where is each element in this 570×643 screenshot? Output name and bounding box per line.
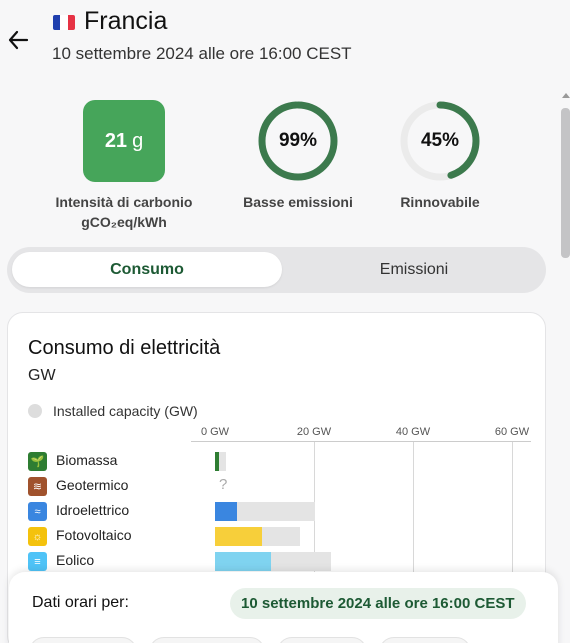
geothermal-icon: ≋ [28,477,47,496]
tab-emissioni[interactable]: Emissioni [282,252,546,287]
source-row-geotermico[interactable]: ≋ Geotermico? [28,475,528,497]
sun-icon: ☼ [28,527,47,546]
back-button[interactable] [4,26,32,54]
consumption-bar [215,452,220,471]
renewable-ring: 45% [399,100,481,182]
hourly-data-panel: Dati orari per: 10 settembre 2024 alle o… [9,572,558,643]
kpi-row: 21 g Intensità di carbonio gCO₂eq/kWh 99%… [0,100,570,240]
country-title: Francia [84,7,168,35]
water-icon: ≈ [28,502,47,521]
source-label: Geotermico [56,477,129,493]
consumption-bar [215,552,272,571]
timeline-pill-4[interactable] [379,637,471,643]
carbon-intensity-badge: 21 g [83,100,165,182]
card-title: Consumo di elettricità [28,337,221,359]
arrow-left-icon [8,30,29,50]
leaf-icon: 🌱 [28,452,47,471]
renewable-label: Rinnovabile [400,194,480,210]
carbon-intensity-label: Intensità di carbonio gCO₂eq/kWh [38,192,210,232]
carbon-intensity-label-line1: Intensità di carbonio [55,194,193,210]
source-row-fotovoltaico[interactable]: ☼ Fotovoltaico [28,525,528,547]
source-row-biomassa[interactable]: 🌱 Biomassa [28,450,528,472]
france-flag-icon [53,15,75,30]
scroll-up-arrow-icon[interactable] [562,93,570,98]
low-emissions-kpi[interactable]: 99% Basse emissioni [226,100,370,212]
carbon-intensity-value: 21 [104,129,128,152]
source-label: Eolico [56,552,95,568]
timeline-pill-1[interactable] [29,637,137,643]
low-emissions-ring: 99% [257,100,339,182]
source-label: Biomassa [56,452,118,468]
tab-consumo[interactable]: Consumo [12,252,282,287]
low-emissions-label: Basse emissioni [243,194,353,210]
card-unit: GW [28,367,56,384]
datetime-chip[interactable]: 10 settembre 2024 alle ore 16:00 CEST [230,588,526,619]
x-axis-labels: 0 GW 20 GW 40 GW 60 GW [8,426,547,442]
x-axis-line [191,441,531,442]
page-header: Francia 10 settembre 2024 alle ore 16:00… [0,0,570,90]
source-row-eolico[interactable]: ≡ Eolico [28,550,528,572]
source-row-idroelettrico[interactable]: ≈ Idroelettrico [28,500,528,522]
unknown-value-marker: ? [219,476,228,493]
consumption-emissions-toggle: Consumo Emissioni [7,247,546,293]
x-tick-label: 40 GW [395,426,431,438]
x-tick-label: 60 GW [494,426,530,438]
x-tick-label: 0 GW [200,426,230,438]
timeline-pill-2[interactable] [149,637,265,643]
carbon-intensity-unit: g [132,129,144,152]
renewable-kpi[interactable]: 45% Rinnovabile [370,100,510,212]
source-label: Idroelettrico [56,502,130,518]
source-label: Fotovoltaico [56,527,132,543]
legend[interactable]: Installed capacity (GW) [28,403,198,419]
legend-label: Installed capacity (GW) [53,403,198,419]
x-tick-label: 20 GW [296,426,332,438]
hourly-data-label: Dati orari per: [32,594,129,611]
consumption-bar [215,502,238,521]
header-datetime: 10 settembre 2024 alle ore 16:00 CEST [52,44,352,63]
consumption-bar [215,527,263,546]
legend-dot [28,404,42,418]
renewable-value: 45% [420,130,460,151]
carbon-intensity-kpi[interactable]: 21 g Intensità di carbonio gCO₂eq/kWh [38,100,210,232]
wind-icon: ≡ [28,552,47,571]
timeline-pill-3[interactable] [277,637,367,643]
carbon-intensity-label-line2: gCO₂eq/kWh [81,214,167,230]
low-emissions-value: 99% [278,130,318,151]
